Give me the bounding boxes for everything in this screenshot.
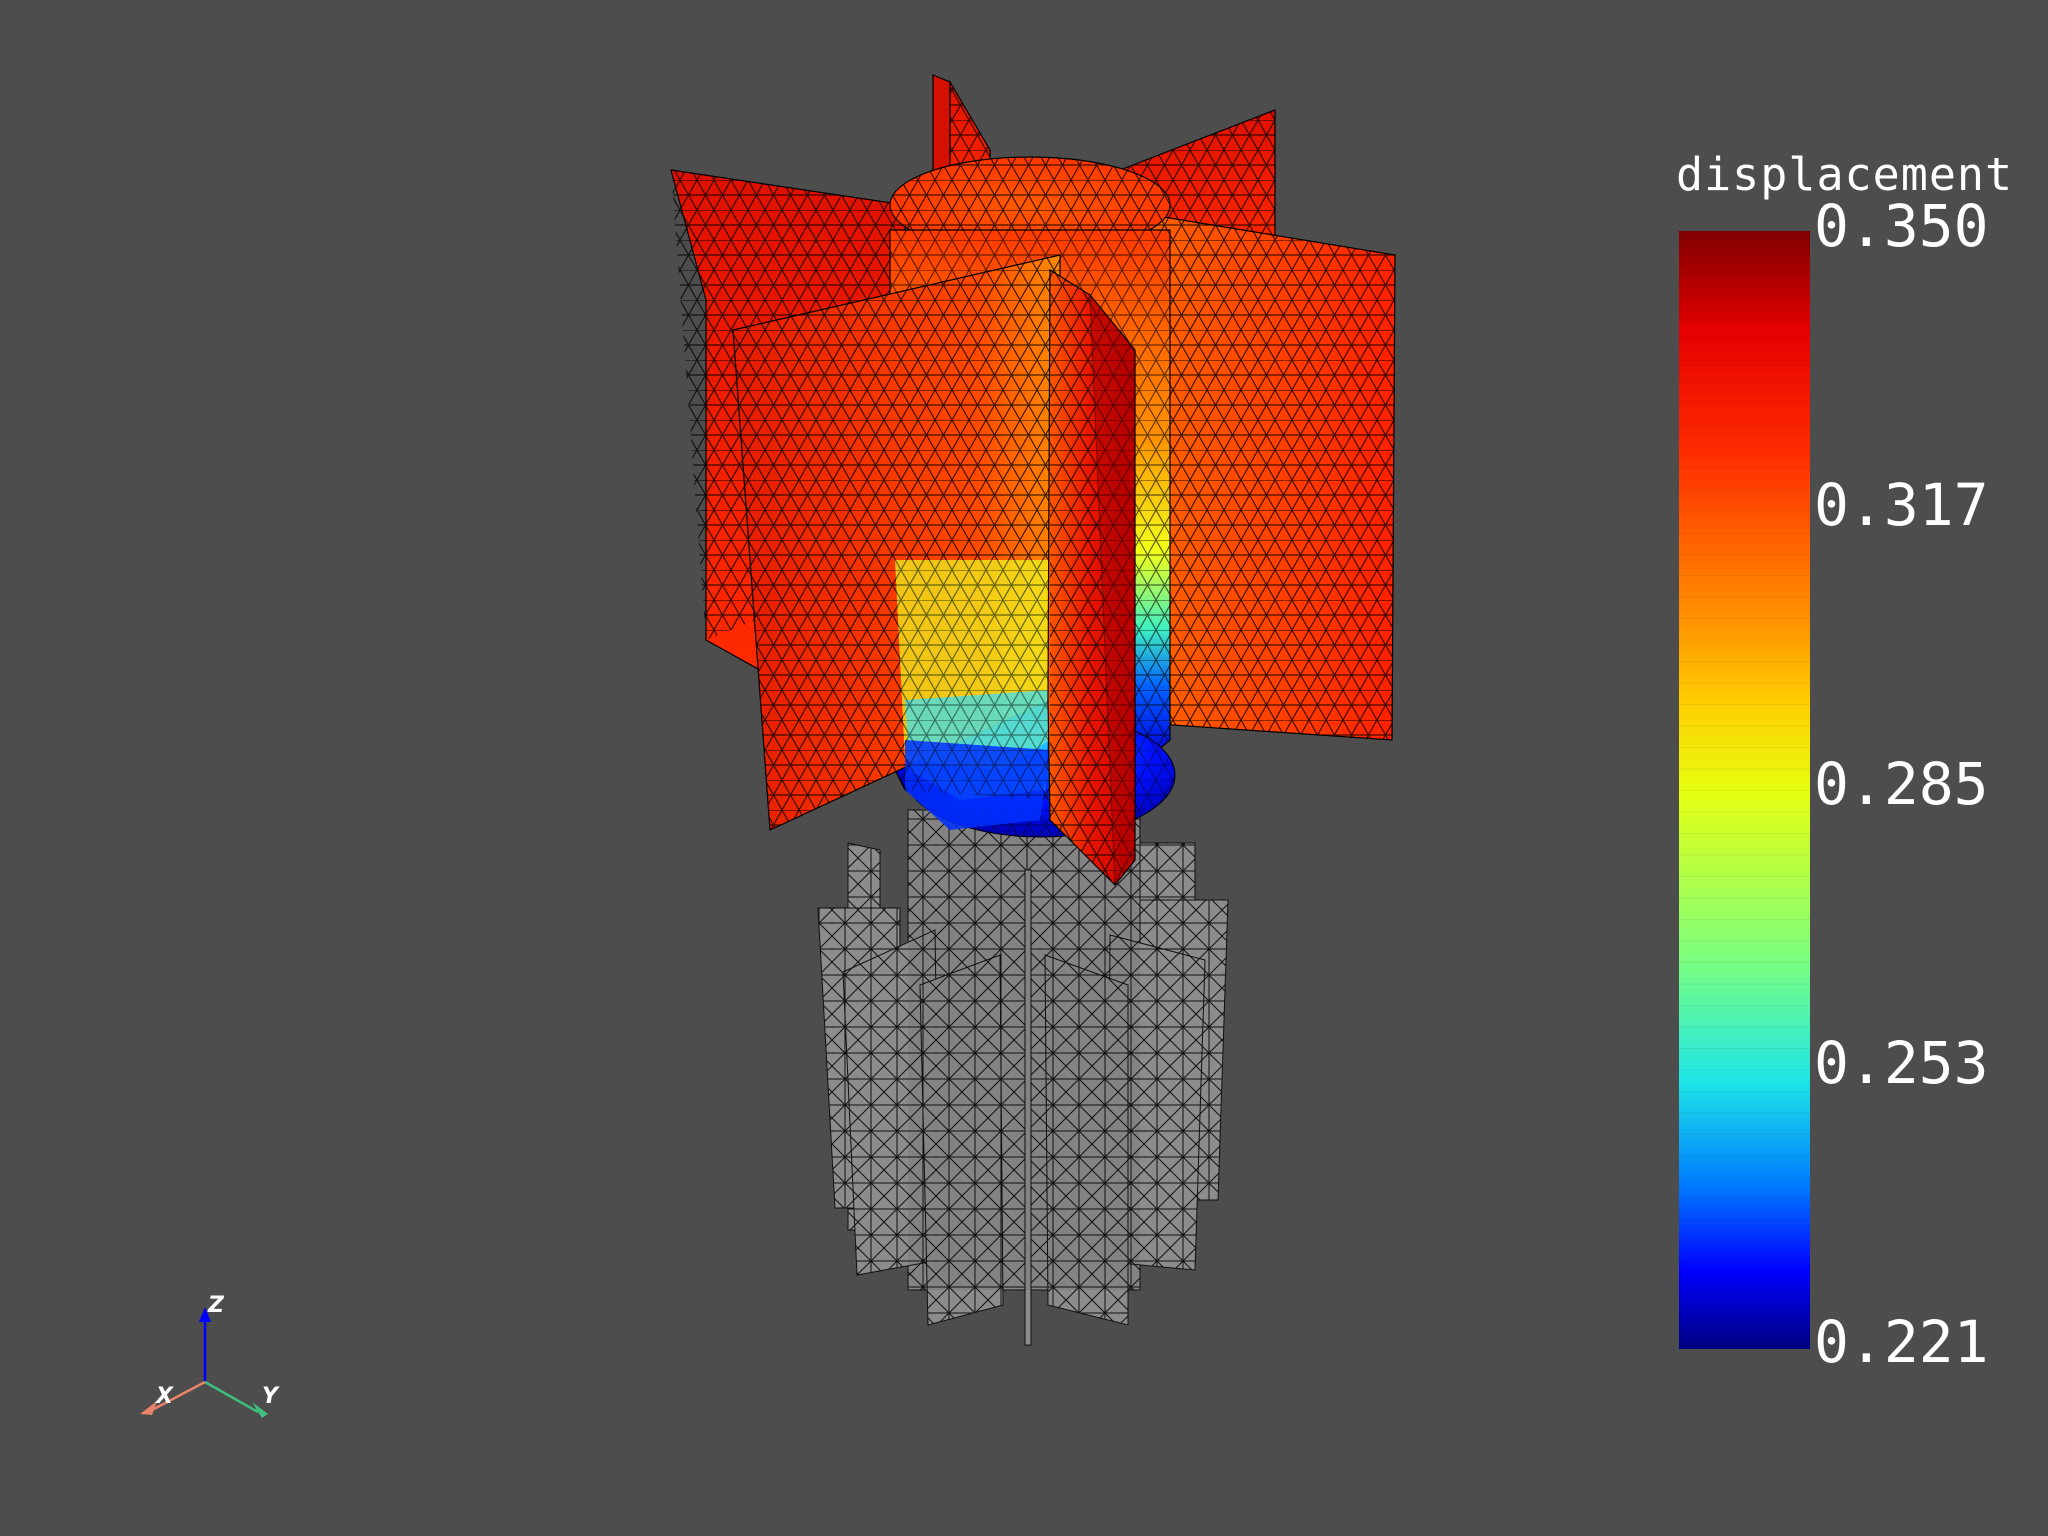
y-axis-label: Y <box>262 1384 280 1409</box>
render-viewport[interactable]: Z Y X displacement 0.350 0.317 0.285 0.2… <box>0 0 2048 1536</box>
scalar-bar-label-2: 0.317 <box>1814 471 1989 539</box>
deformed-mesh <box>670 74 1396 887</box>
scalar-bar <box>1679 231 1810 1349</box>
x-axis-label: X <box>154 1384 174 1409</box>
x-axis-arrow <box>140 1401 157 1415</box>
scalar-bar-label-4: 0.253 <box>1814 1029 1989 1097</box>
y-axis-line <box>204 1380 259 1414</box>
scalar-bar-label-min: 0.221 <box>1814 1308 1989 1376</box>
orientation-axes: Z Y X <box>140 1293 280 1418</box>
z-axis-label: Z <box>207 1293 225 1318</box>
undeformed-mesh <box>817 809 1229 1346</box>
scalar-bar-label-max: 0.350 <box>1814 192 1989 260</box>
scalar-bar-label-3: 0.285 <box>1814 750 1989 818</box>
